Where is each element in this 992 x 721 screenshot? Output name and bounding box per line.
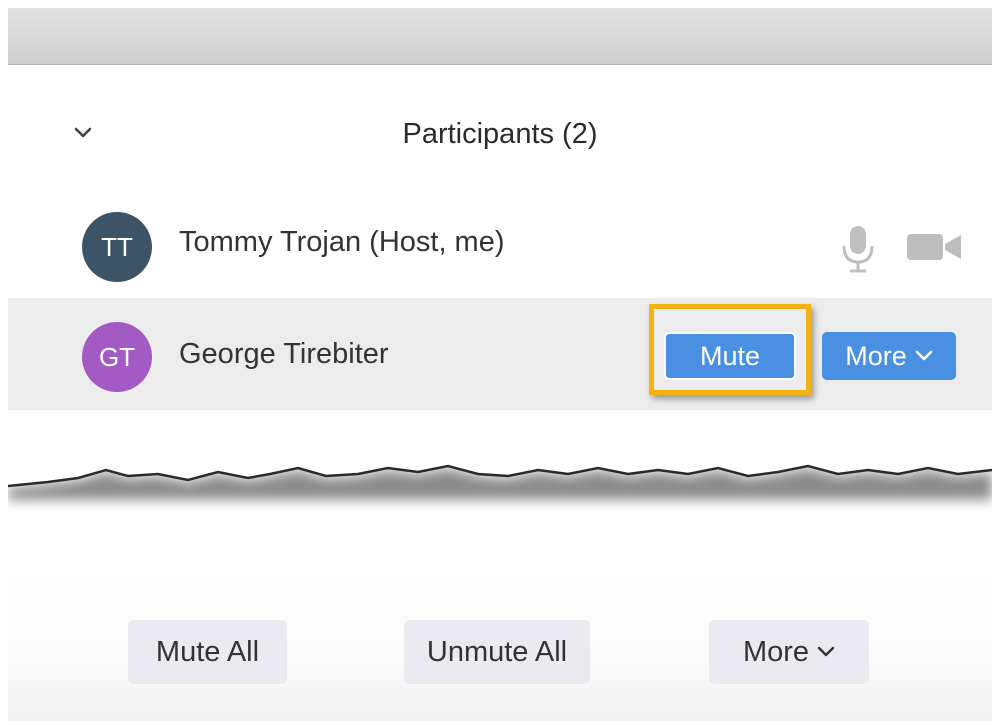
more-options-button[interactable]: More <box>709 620 869 684</box>
avatar-initials: TT <box>101 231 133 262</box>
participant-row[interactable]: TT Tommy Trojan (Host, me) <box>8 186 992 298</box>
window-titlebar[interactable] <box>8 8 992 65</box>
chevron-down-icon <box>817 646 835 658</box>
microphone-icon[interactable] <box>838 224 878 274</box>
participant-row[interactable]: GT George Tirebiter Mute More <box>8 298 992 410</box>
torn-paper-divider <box>8 410 992 500</box>
mute-all-label: Mute All <box>155 635 260 668</box>
video-camera-icon[interactable] <box>905 232 965 262</box>
more-options-label: More <box>742 635 810 668</box>
mute-participant-button[interactable]: Mute <box>664 332 796 380</box>
avatar: TT <box>82 212 152 282</box>
participants-footer: Mute All Unmute All More <box>8 568 992 721</box>
chevron-down-icon <box>915 350 933 362</box>
avatar: GT <box>82 322 152 392</box>
mute-button-label: Mute <box>699 340 761 371</box>
more-button-label: More <box>845 340 907 371</box>
participants-window: Participants (2) TT Tommy Trojan (Host, … <box>8 8 992 721</box>
participant-name: George Tirebiter <box>179 338 389 370</box>
unmute-all-button[interactable]: Unmute All <box>404 620 590 684</box>
more-participant-button[interactable]: More <box>822 332 956 380</box>
panel-header: Participants (2) <box>8 66 992 186</box>
participant-name: Tommy Trojan (Host, me) <box>179 226 505 258</box>
unmute-all-label: Unmute All <box>426 635 568 668</box>
mute-all-button[interactable]: Mute All <box>128 620 287 684</box>
avatar-initials: GT <box>98 341 136 372</box>
panel-title: Participants (2) <box>402 118 598 150</box>
